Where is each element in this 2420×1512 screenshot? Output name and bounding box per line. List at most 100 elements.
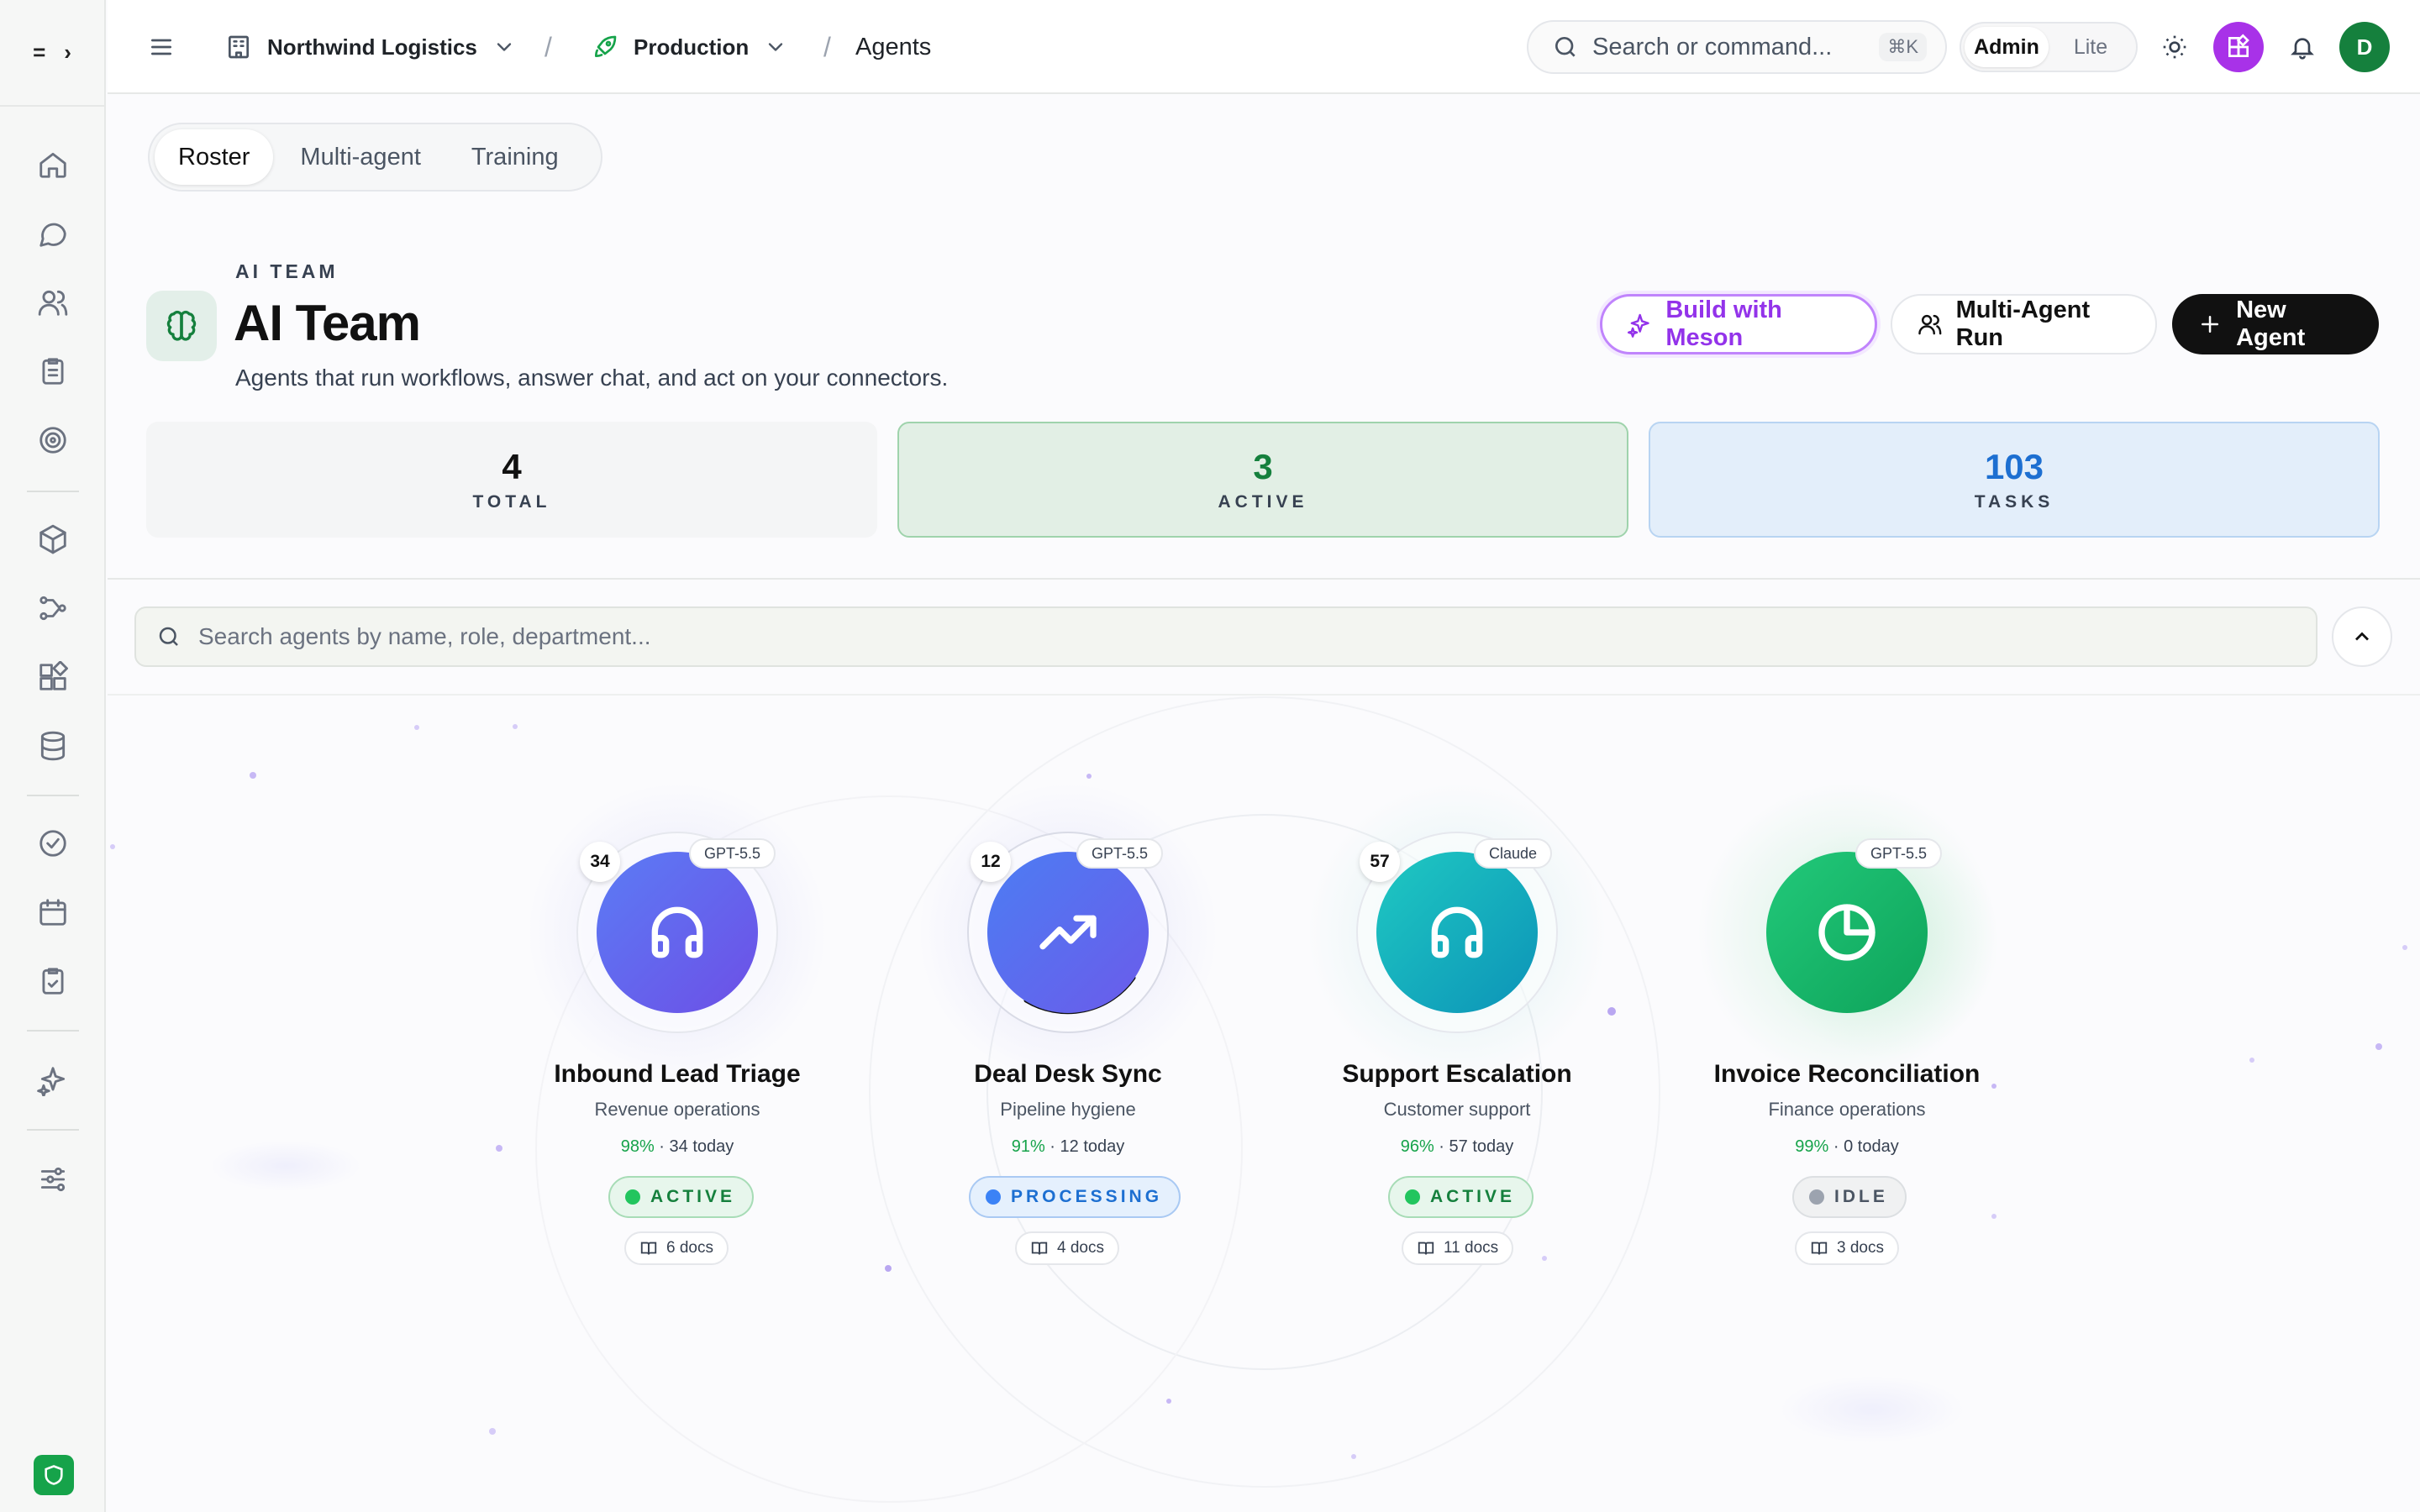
mode-admin[interactable]: Admin — [1965, 27, 2049, 67]
apps-launcher[interactable] — [2213, 22, 2264, 72]
agent-name: Inbound Lead Triage — [554, 1060, 801, 1088]
section-divider — [108, 694, 2420, 696]
build-with-meson-button[interactable]: Build with Meson — [1600, 294, 1877, 354]
page-subtitle: Agents that run workflows, answer chat, … — [235, 365, 949, 391]
rocket-icon — [595, 35, 617, 57]
status-badge: IDLE — [1792, 1176, 1907, 1218]
breadcrumb-separator: / — [823, 31, 831, 62]
notifications-button[interactable] — [2277, 22, 2328, 72]
building-icon — [229, 35, 249, 59]
bell-icon — [2291, 38, 2314, 60]
tab-roster[interactable]: Roster — [155, 129, 274, 185]
users-icon[interactable] — [33, 282, 73, 323]
menu-icon[interactable] — [148, 0, 175, 94]
agent-search-placeholder: Search agents by name, role, department.… — [198, 623, 651, 649]
org-switcher[interactable]: Northwind Logistics — [225, 0, 516, 94]
calendar-icon[interactable] — [33, 892, 73, 932]
mode-toggle: Admin Lite — [1960, 22, 2138, 72]
sun-icon — [2163, 35, 2186, 59]
agent-card[interactable]: GPT-5.5 Invoice Reconciliation Finance o… — [1670, 781, 2023, 1285]
sliders-icon[interactable] — [33, 1159, 73, 1200]
status-badge: ACTIVE — [608, 1176, 755, 1218]
check-circle-icon[interactable] — [33, 823, 73, 864]
collapse-button[interactable] — [2332, 606, 2392, 667]
tab-training[interactable]: Training — [448, 129, 582, 185]
docs-badge[interactable]: 3 docs — [1795, 1231, 1899, 1265]
build-with-meson-label: Build with Meson — [1665, 297, 1782, 351]
success-rate: 91% — [1011, 1137, 1045, 1156]
model-badge: GPT-5.5 — [1076, 838, 1164, 869]
trending-up-icon — [987, 852, 1149, 1013]
workflow-icon[interactable] — [33, 588, 73, 628]
agent-search-input[interactable]: Search agents by name, role, department.… — [134, 606, 2317, 667]
agent-card[interactable]: 34 GPT-5.5 Inbound Lead Triage Revenue o… — [501, 781, 854, 1285]
status-dot — [1405, 1189, 1420, 1205]
model-badge: Claude — [1474, 838, 1553, 869]
agent-metrics: 98% · 34 today — [501, 1137, 854, 1157]
agent-role: Revenue operations — [594, 1099, 760, 1120]
status-badge: PROCESSING — [969, 1176, 1181, 1218]
docs-badge[interactable]: 11 docs — [1402, 1231, 1514, 1265]
tab-multi-agent[interactable]: Multi-agent — [276, 129, 444, 185]
today-count: · 34 today — [654, 1137, 734, 1156]
env-name: Production — [634, 34, 750, 60]
agent-name: Invoice Reconciliation — [1713, 1060, 1981, 1088]
home-icon[interactable] — [33, 144, 73, 185]
target-icon[interactable] — [33, 420, 73, 460]
agent-orb: GPT-5.5 — [1696, 781, 1998, 1084]
logo-icon: = — [33, 39, 46, 65]
sparkles-icon[interactable] — [33, 1060, 73, 1100]
package-icon[interactable] — [33, 519, 73, 559]
agent-card[interactable]: 12 GPT-5.5 Deal Desk Sync Pipeline hygie… — [892, 781, 1244, 1285]
theme-toggle[interactable] — [2149, 22, 2200, 72]
search-icon — [159, 627, 178, 646]
stat-tasks-card: 103 TASKS — [1649, 422, 2380, 538]
agent-name: Deal Desk Sync — [974, 1060, 1162, 1088]
users-icon — [1918, 314, 1942, 335]
command-search[interactable]: Search or command... ⌘K — [1527, 20, 1947, 74]
book-icon — [1418, 1242, 1434, 1255]
task-count-badge: 12 — [971, 842, 1011, 882]
agent-card[interactable]: 57 Claude Support Escalation Customer su… — [1281, 781, 1634, 1285]
agent-metrics: 91% · 12 today — [892, 1137, 1244, 1157]
docs-count: 4 docs — [1057, 1239, 1104, 1257]
book-icon — [1811, 1242, 1828, 1255]
multi-agent-run-button[interactable]: Multi-Agent Run — [1891, 294, 2157, 354]
chevron-right-icon: › — [64, 39, 71, 65]
database-icon[interactable] — [33, 726, 73, 766]
command-search-placeholder: Search or command... — [1592, 33, 1833, 60]
multi-agent-run-label: Multi-Agent Run — [1955, 297, 2091, 351]
mode-lite[interactable]: Lite — [2049, 27, 2133, 67]
stat-total-label: TOTAL — [472, 492, 551, 512]
model-badge: GPT-5.5 — [1855, 838, 1943, 869]
docs-count: 6 docs — [666, 1239, 713, 1257]
sparkles-icon — [1628, 313, 1649, 338]
docs-badge[interactable]: 6 docs — [624, 1231, 729, 1265]
today-count: · 57 today — [1434, 1137, 1514, 1156]
rail-divider — [27, 1129, 79, 1131]
page-eyebrow: AI TEAM — [235, 260, 339, 282]
pie-chart-icon — [1766, 852, 1928, 1013]
agent-orb: 57 Claude — [1306, 781, 1608, 1084]
docs-badge[interactable]: 4 docs — [1015, 1231, 1119, 1265]
status-dot — [625, 1189, 640, 1205]
success-rate: 99% — [1795, 1137, 1829, 1156]
new-agent-label: New Agent — [2236, 297, 2306, 351]
env-switcher[interactable]: Production — [592, 0, 787, 94]
clipboard-check-icon[interactable] — [33, 961, 73, 1001]
task-count-badge: 34 — [580, 842, 620, 882]
chat-icon[interactable] — [33, 213, 73, 254]
chevron-up-icon — [2355, 632, 2369, 641]
status-label: ACTIVE — [1430, 1187, 1516, 1206]
clipboard-icon[interactable] — [33, 351, 73, 391]
shield-icon[interactable] — [34, 1455, 74, 1495]
rail-expand-toggle[interactable]: = › — [0, 0, 104, 107]
org-name: Northwind Logistics — [267, 34, 477, 60]
agent-canvas-background — [108, 696, 2420, 1512]
avatar[interactable]: D — [2339, 22, 2390, 72]
new-agent-button[interactable]: New Agent — [2172, 294, 2379, 354]
apps-icon[interactable] — [33, 657, 73, 697]
headphones-icon — [1376, 852, 1538, 1013]
stat-tasks-label: TASKS — [1974, 492, 2054, 512]
agent-role: Pipeline hygiene — [1000, 1099, 1136, 1120]
